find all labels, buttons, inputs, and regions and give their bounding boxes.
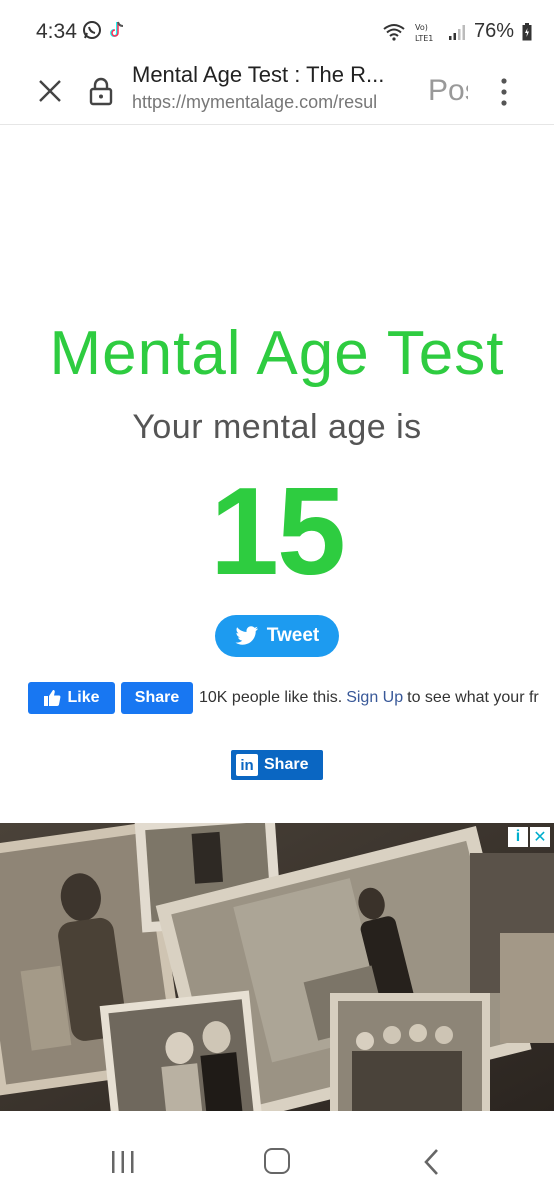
- browser-toolbar: Mental Age Test : The R... https://mymen…: [0, 62, 554, 125]
- tweet-button[interactable]: Tweet: [215, 615, 339, 657]
- facebook-row: Like Share 10K people like this. Sign Up…: [28, 682, 554, 714]
- mental-age-value: 15: [210, 463, 346, 601]
- svg-text:Vo): Vo): [415, 23, 428, 32]
- volte-icon: Vo) LTE1: [415, 23, 433, 43]
- fb-like-label: Like: [67, 689, 100, 706]
- tiktok-icon: [110, 21, 124, 37]
- old-photos-collage: [0, 823, 554, 1111]
- battery-percent: 76%: [473, 20, 514, 42]
- status-bar: 4:34 Vo) LTE1 76%: [0, 0, 554, 62]
- advertisement-image[interactable]: i ✕: [0, 823, 554, 1111]
- ad-controls: i ✕: [508, 827, 550, 847]
- ad-info-icon[interactable]: i: [508, 827, 528, 847]
- wifi-icon: [383, 23, 405, 41]
- tweet-label: Tweet: [266, 625, 320, 646]
- back-icon[interactable]: [422, 1148, 442, 1176]
- status-right: Vo) LTE1 76%: [382, 20, 532, 43]
- ad-close-icon[interactable]: ✕: [530, 827, 550, 847]
- lock-icon[interactable]: [88, 75, 114, 107]
- recent-apps-icon[interactable]: [108, 1150, 138, 1174]
- thumbs-up-icon: [44, 690, 61, 706]
- more-options-icon[interactable]: [492, 74, 516, 110]
- fb-share-label: Share: [134, 689, 180, 706]
- fb-signup-link[interactable]: Sign Up: [346, 689, 403, 707]
- page-url: https://mymentalage.com/resul: [132, 92, 378, 112]
- svg-text:LTE1: LTE1: [415, 34, 433, 43]
- fb-share-button[interactable]: Share: [121, 682, 193, 714]
- whatsapp-icon: [83, 21, 101, 39]
- fb-like-count: 10K people like this.: [199, 689, 343, 706]
- fb-like-button[interactable]: Like: [28, 682, 115, 714]
- page-heading: Mental Age Test: [49, 319, 505, 388]
- close-icon[interactable]: [34, 75, 66, 107]
- system-nav-bar: [0, 1124, 554, 1200]
- home-icon[interactable]: [264, 1148, 290, 1174]
- linkedin-icon: in: [236, 754, 258, 776]
- url-box[interactable]: Mental Age Test : The R... https://mymen…: [132, 61, 416, 113]
- linkedin-share-button[interactable]: in Share: [231, 750, 323, 780]
- result-subheading: Your mental age is: [132, 408, 422, 446]
- fb-signup-suffix: to see what your fr: [407, 689, 539, 706]
- signal-icon: [448, 24, 465, 40]
- status-time: 4:34: [36, 20, 77, 43]
- linkedin-share-label: Share: [264, 756, 309, 773]
- page-title: Mental Age Test : The R...: [132, 62, 385, 87]
- battery-icon: [522, 22, 532, 40]
- toolbar-overflow-text: Pos: [428, 74, 468, 107]
- twitter-bird-icon: [235, 626, 258, 645]
- notification-icons: [82, 20, 126, 40]
